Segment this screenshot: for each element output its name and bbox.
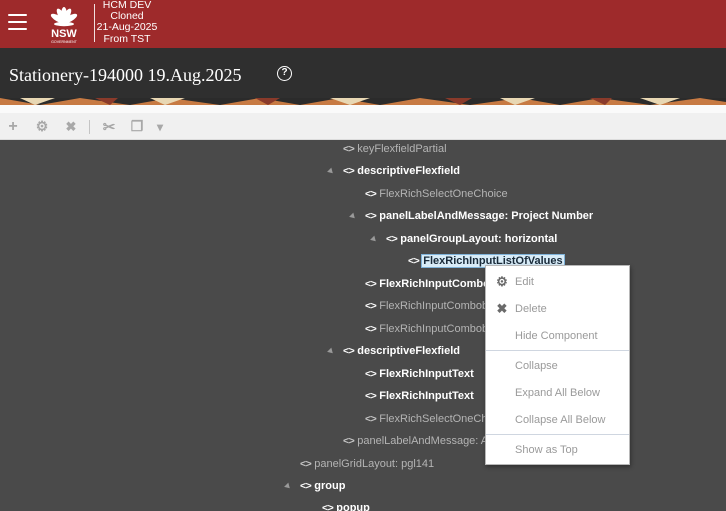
nsw-government-logo: NSW GOVERNMENT	[50, 7, 78, 44]
page-title: Stationery-194000 19.Aug.2025	[9, 65, 242, 85]
menu-item-label: Collapse	[515, 360, 558, 372]
tree-node[interactable]: <> FlexRichSelectOneCh	[365, 410, 487, 428]
tree-node[interactable]: <> descriptiveFlexfield	[343, 342, 460, 360]
menu-item-label: Delete	[515, 303, 547, 315]
title-bar: Stationery-194000 19.Aug.2025	[0, 48, 726, 100]
svg-text:NSW: NSW	[51, 28, 77, 40]
tree-node[interactable]: <> panelLabelAndMessage: A	[343, 432, 488, 450]
menu-item-edit[interactable]: ⚙ Edit	[486, 269, 629, 295]
cut-icon[interactable]: ✂	[99, 113, 119, 140]
component-tag-icon: <>	[365, 278, 377, 290]
menu-item-collapse-all-below[interactable]: Collapse All Below	[486, 407, 629, 433]
component-tag-icon: <>	[343, 143, 355, 155]
gear-icon: ⚙	[496, 274, 508, 289]
menu-item-hide-component[interactable]: Hide Component	[486, 323, 629, 349]
band-gap	[0, 105, 726, 113]
plus-icon[interactable]: +	[3, 113, 23, 140]
component-tag-icon: <>	[343, 345, 355, 357]
menu-item-collapse[interactable]: Collapse	[486, 353, 629, 379]
menu-separator	[486, 434, 629, 435]
collapse-triangle-icon[interactable]	[327, 347, 335, 356]
top-header: NSW GOVERNMENT HCM DEV Cloned 21-Aug-202…	[0, 0, 726, 48]
tree-node-label: FlexRichSelectOneChoice	[379, 188, 508, 200]
tree-node[interactable]: <> panelLabelAndMessage: Project Number	[365, 207, 593, 225]
component-tag-icon: <>	[300, 458, 312, 470]
tree-node[interactable]: <> keyFlexfieldPartial	[343, 140, 447, 158]
tree-node[interactable]: <> FlexRichInputCombob	[365, 297, 488, 315]
menu-item-show-as-top[interactable]: Show as Top	[486, 437, 629, 463]
environment-info: HCM DEV Cloned 21-Aug-2025 From TST	[96, 0, 158, 45]
menu-item-label: Collapse All Below	[515, 414, 606, 426]
collapse-triangle-icon[interactable]	[370, 235, 378, 244]
component-tag-icon: <>	[365, 188, 377, 200]
toolbar-divider	[89, 120, 90, 134]
tree-node-label: panelLabelAndMessage: A	[357, 435, 489, 447]
tree-node-label: panelLabelAndMessage: Project Number	[379, 210, 594, 222]
tree-node[interactable]: <> FlexRichInputText	[365, 387, 474, 405]
tree-node-label: popup	[336, 502, 370, 511]
edit-gear-icon[interactable]: ⚙	[32, 113, 52, 140]
tree-node-label: descriptiveFlexfield	[357, 345, 460, 357]
tree-node[interactable]: <> descriptiveFlexfield	[343, 162, 460, 180]
env-line: 21-Aug-2025	[96, 21, 158, 34]
menu-item-label: Hide Component	[515, 330, 598, 342]
hamburger-menu-icon[interactable]	[8, 14, 27, 30]
tree-node[interactable]: <> FlexRichInputCombob	[365, 275, 497, 293]
delete-x-icon: ✖	[496, 301, 508, 316]
collapse-triangle-icon[interactable]	[349, 212, 357, 221]
tree-node-label: group	[314, 480, 346, 492]
env-line: From TST	[103, 32, 151, 45]
component-tag-icon: <>	[365, 210, 377, 222]
tree-node-label: FlexRichSelectOneCh	[379, 413, 488, 425]
collapse-triangle-icon[interactable]	[327, 167, 335, 176]
collapse-triangle-icon[interactable]	[284, 482, 292, 491]
tree-node-label: FlexRichInputText	[379, 390, 474, 402]
component-tag-icon: <>	[343, 165, 355, 177]
menu-item-label: Edit	[515, 276, 534, 288]
component-tag-icon: <>	[386, 233, 398, 245]
tree-toolbar: + ⚙ ✖ ✂ ❐ ▾	[0, 113, 726, 140]
tree-node[interactable]: <> group	[300, 477, 345, 495]
tree-node[interactable]: <> panelGroupLayout: horizontal	[386, 230, 557, 248]
menu-separator	[486, 350, 629, 351]
tree-node-label: descriptiveFlexfield	[357, 165, 460, 177]
svg-text:GOVERNMENT: GOVERNMENT	[51, 40, 78, 44]
component-tag-icon: <>	[365, 323, 377, 335]
tree-node-label: keyFlexfieldPartial	[357, 143, 447, 155]
help-icon[interactable]: ?	[277, 66, 292, 81]
menu-item-expand-all-below[interactable]: Expand All Below	[486, 380, 629, 406]
menu-item-label: Show as Top	[515, 444, 578, 456]
dropdown-icon[interactable]: ▾	[150, 113, 170, 140]
component-tag-icon: <>	[408, 255, 420, 267]
menu-item-delete[interactable]: ✖ Delete	[486, 296, 629, 322]
tree-node-label: panelGroupLayout: horizontal	[400, 233, 558, 245]
component-tag-icon: <>	[343, 435, 355, 447]
tree-node-label: FlexRichInputText	[379, 368, 474, 380]
tree-node-label: FlexRichInputCombob	[379, 278, 497, 290]
context-menu: ⚙ Edit ✖ Delete Hide Component Collapse …	[485, 265, 630, 465]
tree-node-label: FlexRichInputCombob	[379, 300, 489, 312]
tree-node-label: panelGridLayout: pgl141	[314, 458, 435, 470]
tree-node[interactable]: <> FlexRichInputCombob	[365, 320, 488, 338]
tree-node[interactable]: <> popup	[322, 499, 370, 511]
menu-item-label: Expand All Below	[515, 387, 600, 399]
copy-icon[interactable]: ❐	[127, 113, 147, 140]
tree-node-label: FlexRichInputCombob	[379, 323, 489, 335]
component-tag-icon: <>	[365, 368, 377, 380]
tree-node[interactable]: <> panelGridLayout: pgl141	[300, 455, 434, 473]
component-tag-icon: <>	[365, 413, 377, 425]
tree-node[interactable]: <> FlexRichInputText	[365, 365, 474, 383]
decorative-banner	[0, 98, 726, 105]
logo-divider	[94, 4, 95, 42]
tree-node[interactable]: <> FlexRichSelectOneChoice	[365, 185, 508, 203]
delete-x-icon[interactable]: ✖	[61, 113, 81, 140]
component-tag-icon: <>	[365, 390, 377, 402]
component-tag-icon: <>	[300, 480, 312, 492]
component-tag-icon: <>	[322, 502, 334, 511]
component-tag-icon: <>	[365, 300, 377, 312]
